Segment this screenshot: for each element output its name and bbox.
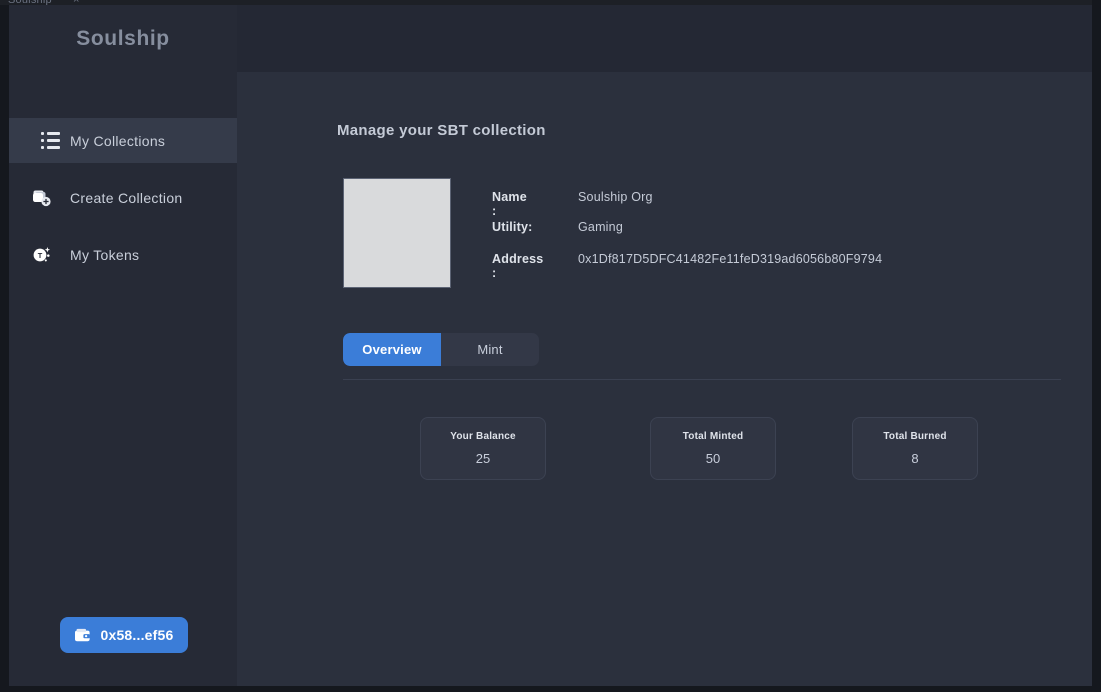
metadata-key: Name : xyxy=(492,190,527,218)
stat-card-total-burned: Total Burned 8 xyxy=(852,417,978,480)
stat-label: Total Burned xyxy=(883,431,947,442)
metadata-value: Gaming xyxy=(578,220,623,234)
metadata-key: Utility: xyxy=(492,220,533,234)
wallet-address-button[interactable]: 0x58...ef56 xyxy=(60,617,188,653)
sidebar-item-create-collection[interactable]: Create Collection xyxy=(9,175,237,220)
tab-label: Overview xyxy=(362,342,422,357)
sidebar: Soulship My Collections Create Collectio… xyxy=(9,5,237,686)
list-icon xyxy=(30,130,60,152)
stat-value: 25 xyxy=(475,451,491,466)
stat-value: 50 xyxy=(705,451,721,466)
stat-card-total-minted: Total Minted 50 xyxy=(650,417,776,480)
brand-logo[interactable]: Soulship xyxy=(9,27,237,51)
wallet-address-label: 0x58...ef56 xyxy=(100,627,174,643)
window-edge-right xyxy=(1092,0,1101,692)
stat-value: 8 xyxy=(911,451,919,466)
page-title: Manage your SBT collection xyxy=(337,122,546,139)
tab-divider xyxy=(343,379,1061,380)
window-edge-left xyxy=(0,5,9,692)
window-edge-bottom xyxy=(0,686,1101,692)
sidebar-nav: My Collections Create Collection T My To… xyxy=(9,118,237,277)
sidebar-item-my-collections[interactable]: My Collections xyxy=(9,118,237,163)
sidebar-item-my-tokens[interactable]: T My Tokens xyxy=(9,232,237,277)
tab-group: Overview Mint xyxy=(343,333,539,366)
metadata-key: Address : xyxy=(492,252,544,280)
wallet-icon xyxy=(74,628,91,643)
stat-label: Total Minted xyxy=(682,431,744,442)
tab-overview[interactable]: Overview xyxy=(343,333,441,366)
stat-card-your-balance: Your Balance 25 xyxy=(420,417,546,480)
app-root: Soulship × Soulship My Collections Creat… xyxy=(0,0,1101,692)
metadata-value-address[interactable]: 0x1Df817D5DFC41482Fe11feD319ad6056b80F97… xyxy=(578,252,882,266)
tab-label: Mint xyxy=(477,342,503,357)
layers-plus-icon xyxy=(30,187,52,209)
svg-text:T: T xyxy=(37,251,42,260)
sidebar-item-label: My Tokens xyxy=(70,246,140,263)
app-window: Soulship My Collections Create Collectio… xyxy=(9,5,1092,686)
main-content-panel: Manage your SBT collection Name : Soulsh… xyxy=(237,72,1092,686)
collection-thumbnail xyxy=(343,178,451,288)
token-sparkle-icon: T xyxy=(30,244,52,266)
stat-label: Your Balance xyxy=(450,431,516,442)
metadata-value: Soulship Org xyxy=(578,190,653,204)
sidebar-item-label: My Collections xyxy=(70,132,166,149)
tab-mint[interactable]: Mint xyxy=(441,333,539,366)
sidebar-item-label: Create Collection xyxy=(70,189,183,206)
stats-row: Your Balance 25 Total Minted 50 Total Bu… xyxy=(343,417,1061,480)
